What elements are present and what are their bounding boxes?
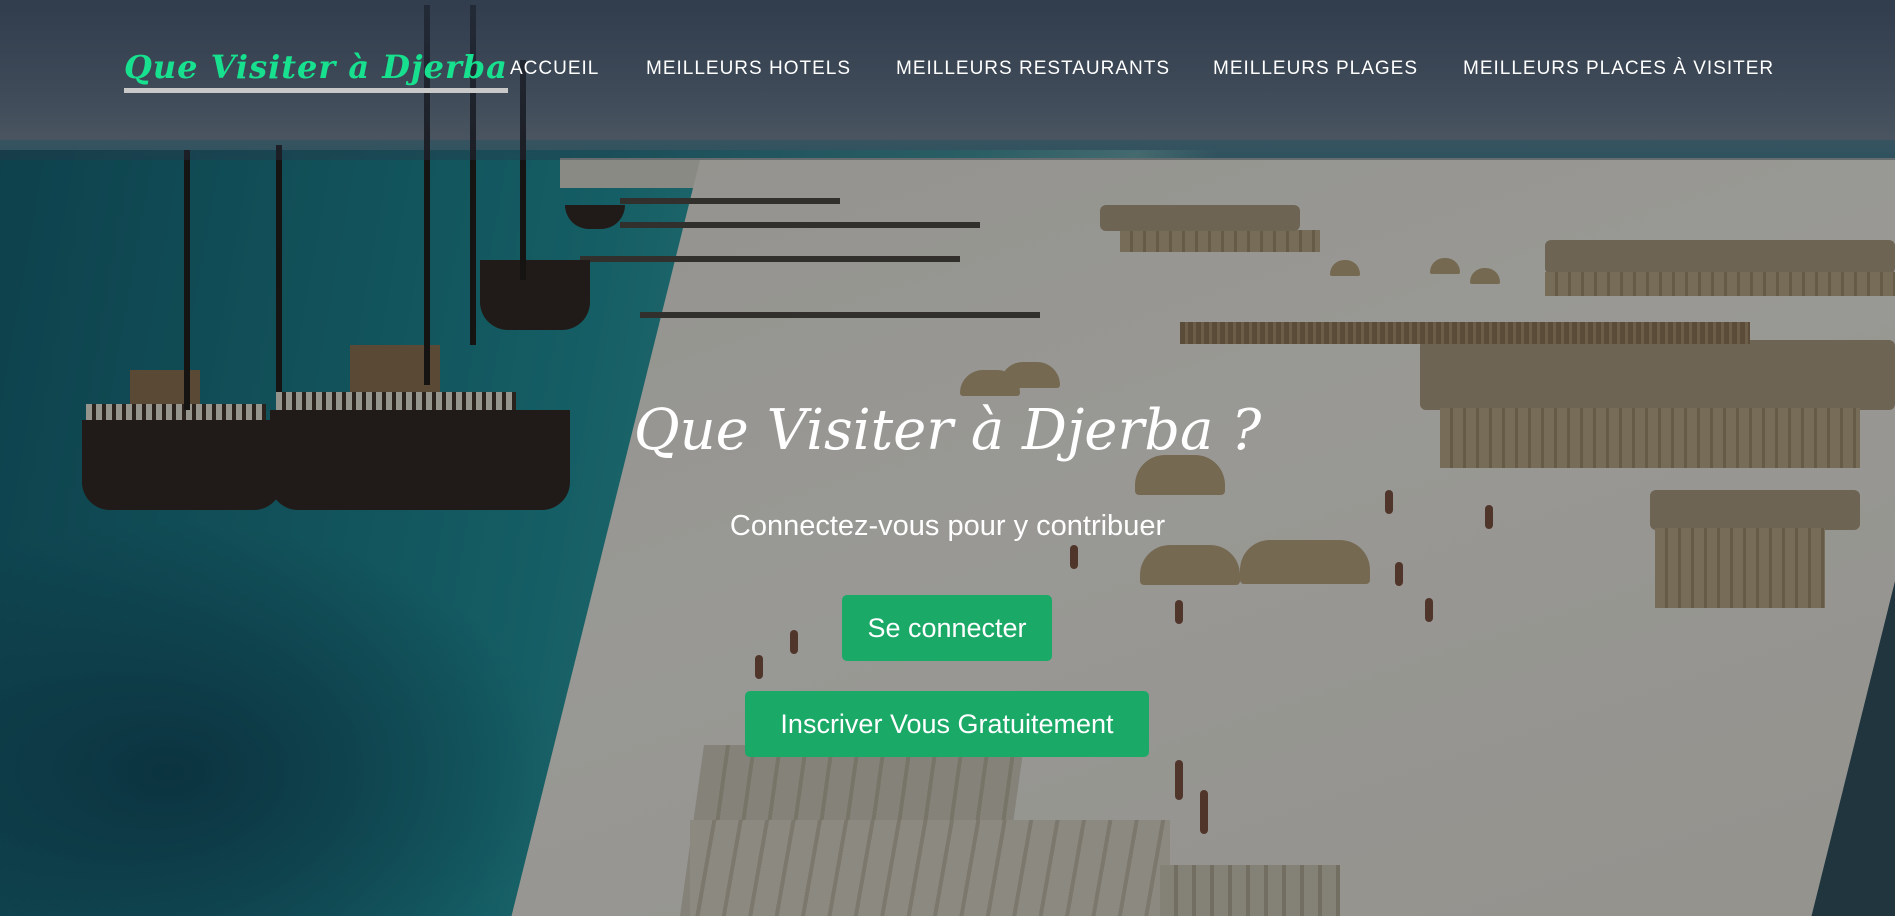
signup-button[interactable]: Inscriver Vous Gratuitement: [745, 691, 1149, 757]
nav-item-meilleurs-plages[interactable]: MEILLEURS PLAGES: [1213, 58, 1418, 80]
nav-item-accueil[interactable]: ACCUEIL: [510, 58, 599, 80]
login-button[interactable]: Se connecter: [842, 595, 1052, 661]
hero-subtitle: Connectez-vous pour y contribuer: [729, 510, 1166, 542]
top-navbar: Que Visiter à Djerba ACCUEIL MEILLEURS H…: [0, 0, 1895, 140]
nav-item-meilleurs-hotels[interactable]: MEILLEURS HOTELS: [646, 58, 851, 80]
hero-section: Que Visiter à Djerba ACCUEIL MEILLEURS H…: [0, 0, 1895, 916]
nav-item-meilleurs-places-a-visiter[interactable]: MEILLEURS PLACES À VISITER: [1463, 58, 1774, 80]
brand-logo[interactable]: Que Visiter à Djerba: [124, 48, 508, 93]
nav-item-meilleurs-restaurants[interactable]: MEILLEURS RESTAURANTS: [896, 58, 1170, 80]
hero-title: Que Visiter à Djerba ?: [633, 398, 1262, 463]
